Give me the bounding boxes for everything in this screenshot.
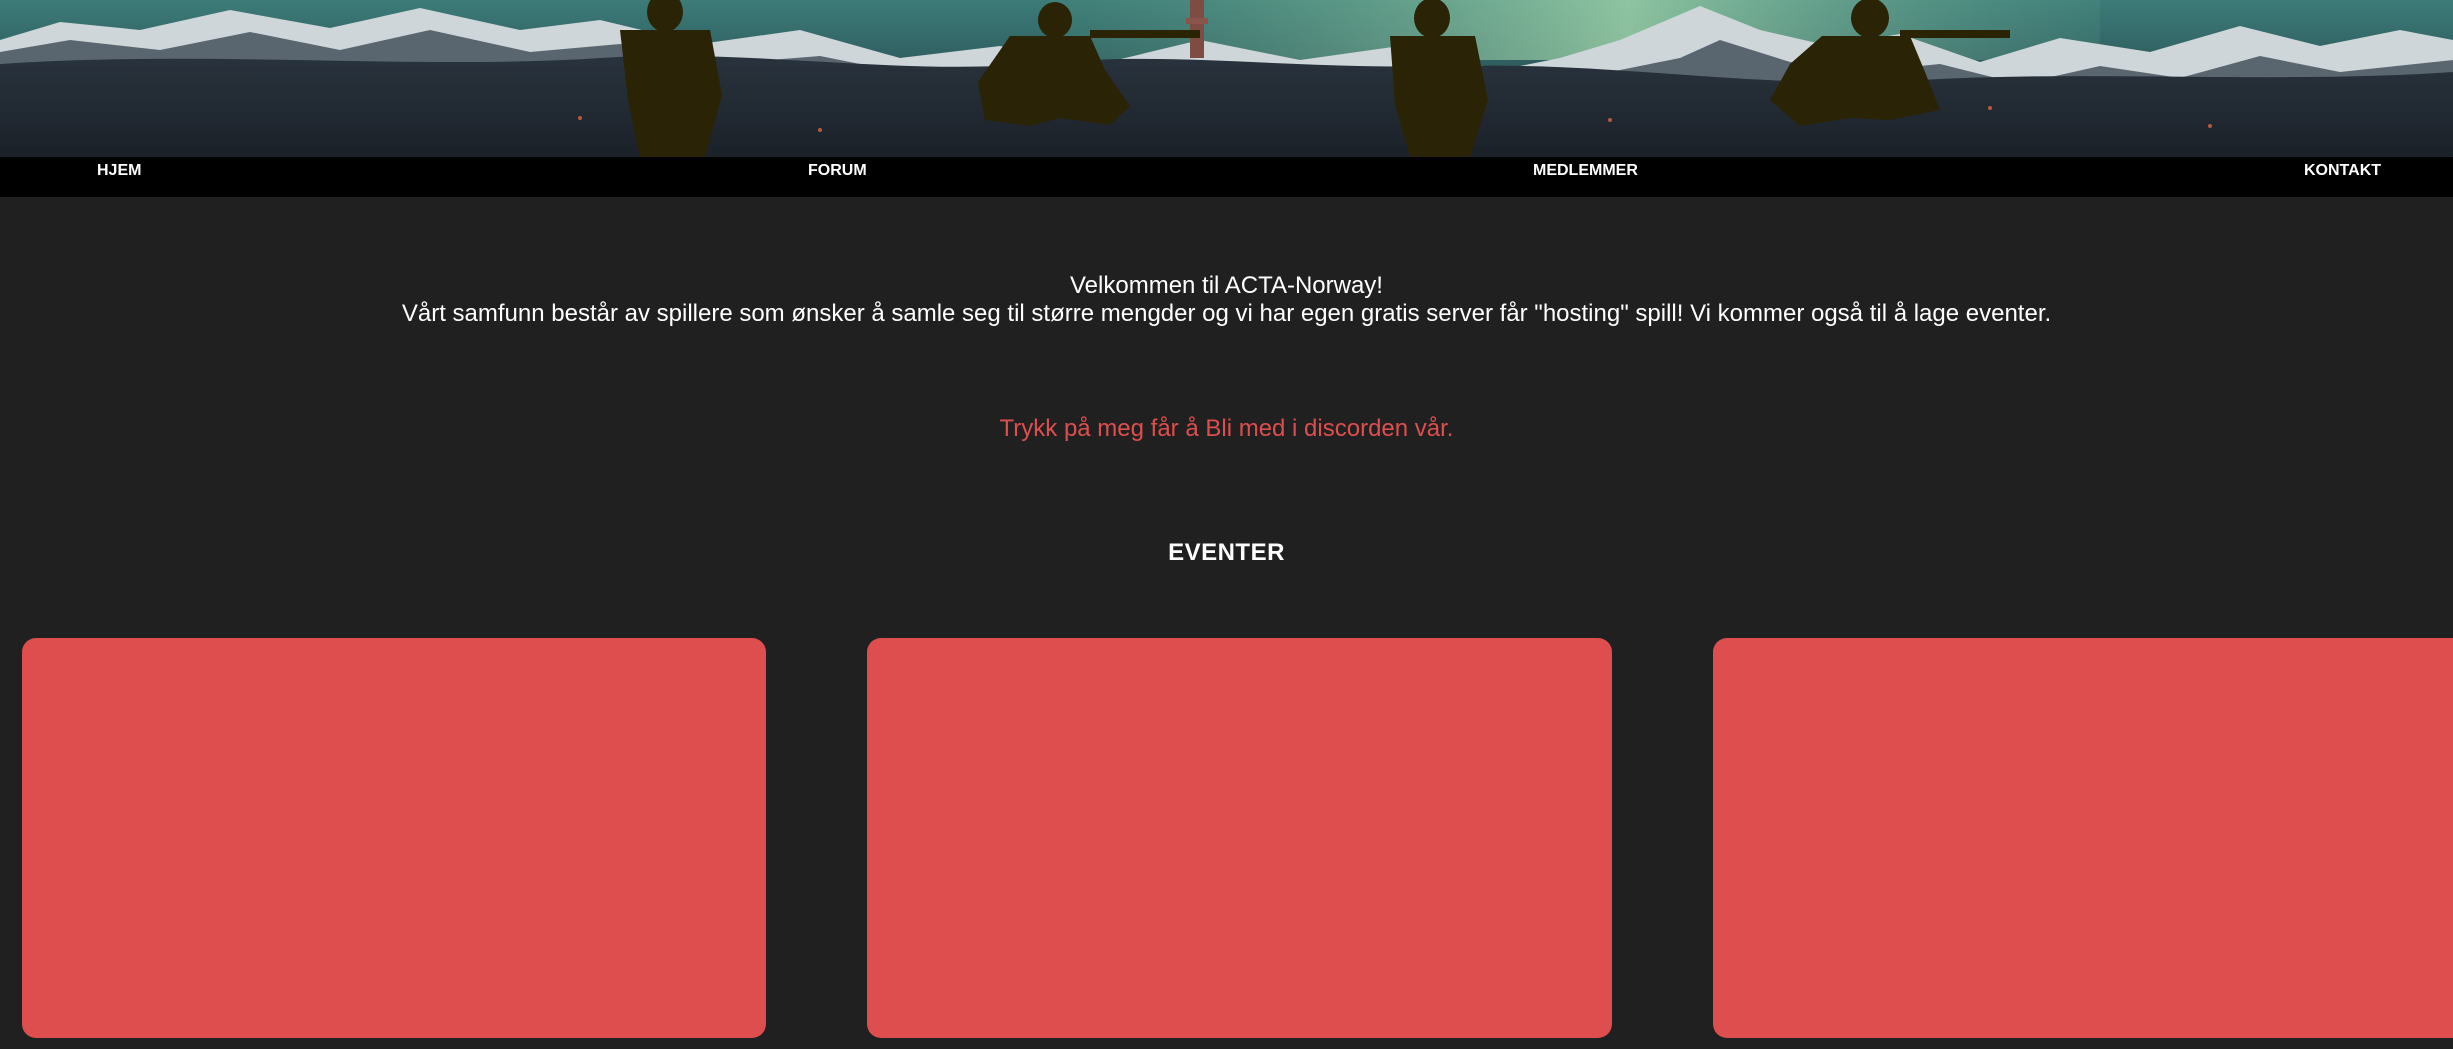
discord-invite-link[interactable]: Trykk på meg får å Bli med i discorden v… <box>1000 415 1454 442</box>
nav-link-hjem[interactable]: HJEM <box>97 157 141 197</box>
main-navigation: HJEM FORUM MEDLEMMER KONTAKT <box>0 157 2453 197</box>
event-card[interactable] <box>867 638 1612 1038</box>
nav-link-medlemmer[interactable]: MEDLEMMER <box>1533 157 1638 197</box>
event-card[interactable] <box>22 638 766 1038</box>
nav-link-kontakt[interactable]: KONTAKT <box>2304 157 2381 197</box>
banner-landscape <box>0 0 2453 157</box>
event-card[interactable] <box>1713 638 2453 1038</box>
discord-link-container: Trykk på meg får å Bli med i discorden v… <box>0 413 2453 445</box>
nav-link-forum[interactable]: FORUM <box>808 157 867 197</box>
page: HJEM FORUM MEDLEMMER KONTAKT Velkommen t… <box>0 0 2453 1049</box>
events-heading: EVENTER <box>1168 539 1285 566</box>
welcome-description: Vårt samfunn består av spillere som ønsk… <box>401 300 2052 327</box>
header-banner-image <box>0 0 2453 157</box>
